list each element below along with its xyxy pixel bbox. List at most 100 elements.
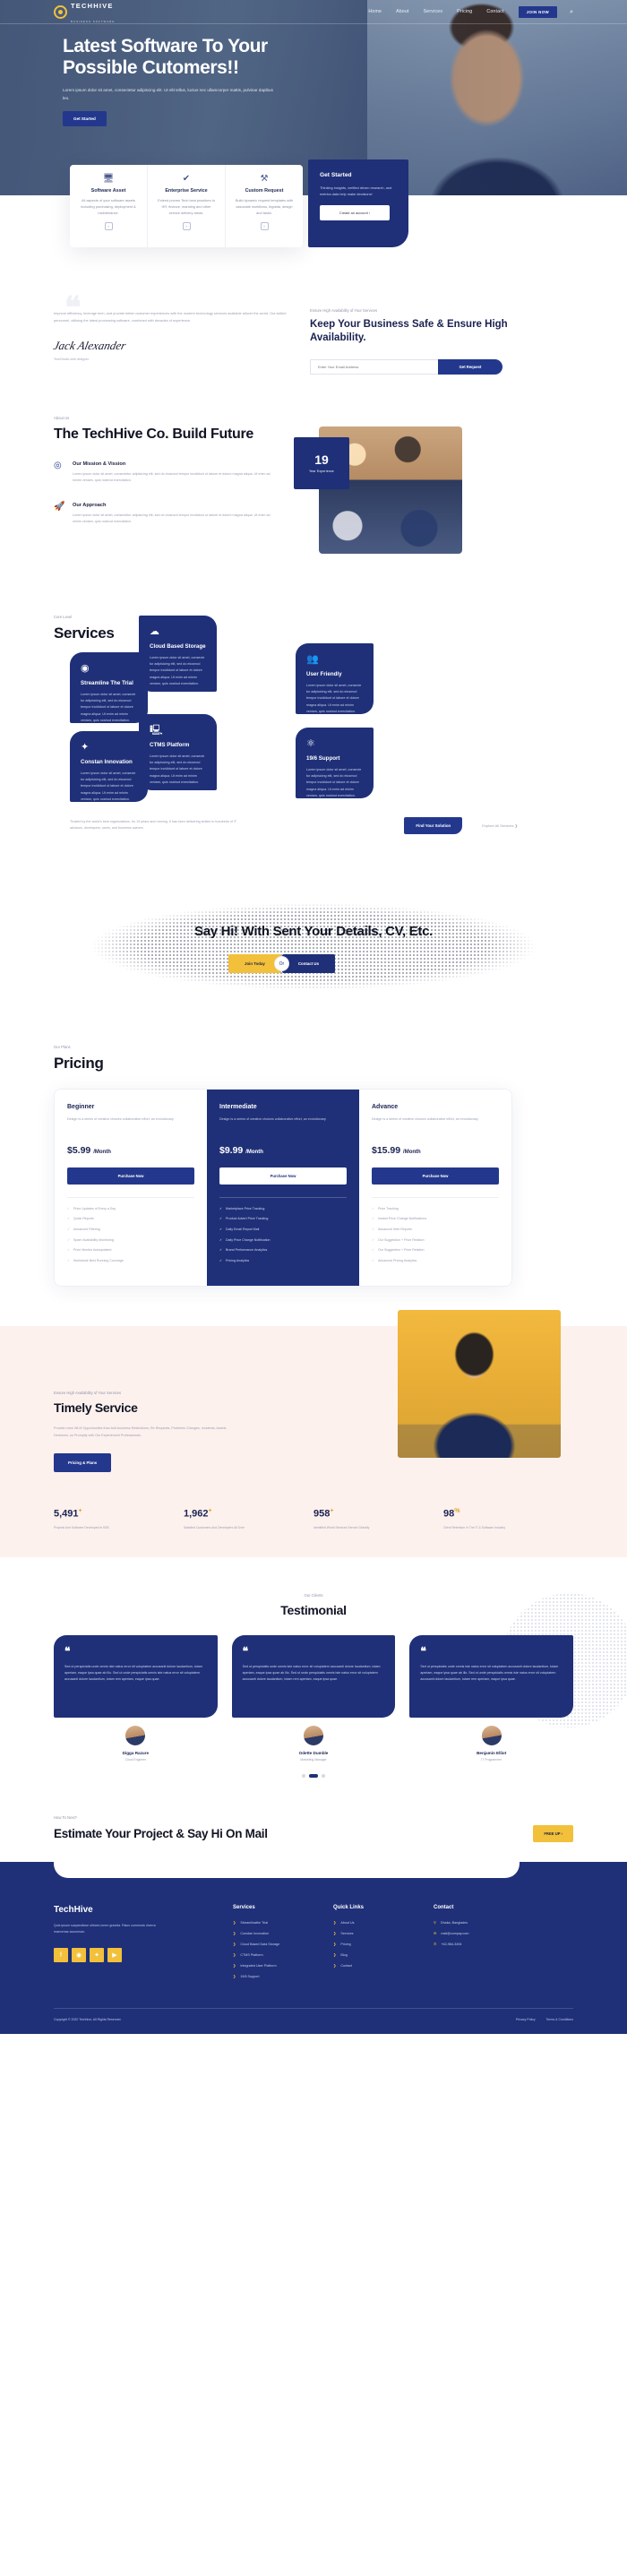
testimonial-eyebrow: Our Clients: [304, 1593, 323, 1598]
feature-card[interactable]: 🖥 Software Asset All aspects of your sof…: [70, 165, 148, 247]
ctms-monitor-icon: 🖳: [150, 724, 163, 736]
service-desc: Lorem ipsum dolor sit amet, consecte tur…: [150, 754, 205, 784]
chevron-right-icon[interactable]: ›: [182, 222, 191, 231]
nav-item-services[interactable]: Services: [424, 9, 443, 14]
pricing-plans-button[interactable]: Pricing & Plans: [54, 1453, 112, 1473]
mail-icon: ✉: [434, 1931, 437, 1936]
terms-link[interactable]: Terms & Conditions: [546, 2018, 573, 2021]
testimonial-card: ❝ Sed ut perspiciatis unde omnis iste na…: [409, 1635, 574, 1762]
signature-role: TechStudio web designer: [54, 358, 90, 362]
map-cta-copy: Say Hi! With Sent Your Details, CV, Etc.: [0, 889, 627, 941]
footer-link-item[interactable]: ❯ Streamlinathe Trial: [233, 1920, 333, 1925]
plan-period: /Month: [93, 1149, 111, 1155]
plan-feature: Price Monitor Autoupdated: [67, 1249, 194, 1253]
service-card-innovation[interactable]: ✦ Constan Innovation Lorem ipsum dolor s…: [70, 730, 148, 802]
about-media: 19 Year Experience: [294, 426, 462, 559]
footer-link-item[interactable]: ❯ About Us: [333, 1920, 434, 1925]
footer-link-item[interactable]: ❯ Pricing: [333, 1942, 434, 1946]
years-number: 19: [314, 452, 329, 468]
about-item-title: Our Mission & Vission: [73, 461, 126, 467]
footer-link-item[interactable]: ❯ Constan Innovation: [233, 1931, 333, 1935]
nav-item-pricing[interactable]: Pricing: [457, 9, 472, 14]
map-cta-heading: Say Hi! With Sent Your Details, CV, Etc.: [194, 923, 433, 939]
chevron-right-icon: ❯: [233, 1920, 236, 1926]
search-icon[interactable]: ⌕: [570, 9, 573, 15]
carousel-dots[interactable]: [54, 1774, 573, 1779]
youtube-icon[interactable]: ▶: [107, 1948, 122, 1963]
testimonial-text: Sed ut perspiciatis unde omnis iste natu…: [64, 1664, 202, 1681]
years-experience-badge: 19 Year Experience: [294, 436, 349, 489]
free-up-button[interactable]: FREE UP ›: [533, 1825, 573, 1843]
find-solution-button[interactable]: Find Your Solution: [404, 816, 463, 834]
footer-link-label: Cloud Based Data Storage: [240, 1942, 280, 1946]
carousel-dot[interactable]: [322, 1774, 325, 1779]
footer-link-item[interactable]: ❯ Integrated User Platform: [233, 1963, 333, 1968]
feature-title: Custom Request: [245, 188, 284, 194]
plan-feature: Product Advert Price Tracking: [219, 1218, 347, 1221]
footer-link-label: Services: [340, 1931, 354, 1935]
instagram-icon[interactable]: ◉: [72, 1948, 86, 1963]
contact-email[interactable]: ✉ mail@compay.com: [434, 1931, 534, 1935]
purchase-button[interactable]: Purchase Now: [219, 1167, 347, 1185]
footer-link-label: CTMS Platform: [240, 1952, 263, 1957]
join-now-button[interactable]: JOIN NOW: [518, 5, 558, 18]
service-title: User Friendly: [306, 670, 342, 677]
pricing-card-advance: Advance Design is a series of creative c…: [359, 1089, 511, 1287]
map-cta-section: Say Hi! With Sent Your Details, CV, Etc.…: [0, 888, 627, 1014]
privacy-policy-link[interactable]: Privacy Policy: [516, 2018, 536, 2021]
footer-link-item[interactable]: ❯ Contact: [333, 1963, 434, 1968]
facebook-icon[interactable]: f: [54, 1948, 68, 1963]
chevron-right-icon: ❯: [233, 1974, 236, 1979]
footer-link-item[interactable]: ❯ CTMS Platform: [233, 1952, 333, 1957]
page-root: TECHHIVE BUSINESS SOFTWARE Home About Se…: [0, 0, 627, 2035]
site-logo[interactable]: TECHHIVE BUSINESS SOFTWARE: [54, 0, 115, 26]
feature-card[interactable]: ✔ Enterprise Service Extend proven Tech …: [148, 165, 226, 247]
footer-link-item[interactable]: ❯ Cloud Based Data Storage: [233, 1942, 333, 1946]
twitter-icon[interactable]: ✦: [90, 1948, 104, 1963]
chevron-right-icon[interactable]: ›: [104, 222, 113, 231]
service-card-cloud[interactable]: ☁ Cloud Based Storage Lorem ipsum dolor …: [139, 615, 217, 692]
contact-us-button[interactable]: Contact Us: [281, 954, 336, 974]
purchase-button[interactable]: Purchase Now: [372, 1167, 499, 1185]
footer-link-label: Blog: [340, 1952, 348, 1957]
carousel-dot[interactable]: [302, 1774, 305, 1779]
nav-item-home[interactable]: Home: [368, 9, 382, 14]
feature-card-row: 🖥 Software Asset All aspects of your sof…: [70, 165, 303, 247]
stat-label: Identified World Services Served Globall…: [314, 1525, 370, 1529]
availability-section: ❝ Improve efficiency, leverage tech, and…: [0, 276, 627, 375]
footer-link-item[interactable]: ❯ Blog: [333, 1952, 434, 1957]
nav-item-about[interactable]: About: [396, 9, 409, 14]
service-title: Constan Innovation: [81, 758, 133, 765]
footer-link-item[interactable]: ❯ 19/6 Support: [233, 1974, 333, 1978]
service-card-ctms[interactable]: 🖳 CTMS Platform Lorem ipsum dolor sit am…: [139, 713, 217, 790]
pricing-cards: Beginner Design is a series of creative …: [54, 1088, 512, 1288]
carousel-dot-active[interactable]: [309, 1774, 318, 1779]
stat-item: 1,962+ Satisfied Customers And Developer…: [184, 1508, 314, 1530]
footer-col-quick-links: Quick Links ❯ About Us ❯ Services ❯ Pricing…: [333, 1905, 434, 1985]
stat-label: Client Retention In The IT & Software In…: [443, 1525, 506, 1529]
contact-phone[interactable]: ✆ +62-984-3494: [434, 1942, 534, 1946]
chevron-right-icon[interactable]: ›: [260, 222, 269, 231]
plan-feature: Worldwide Best Running Coverage: [67, 1259, 194, 1263]
hero-get-started-button[interactable]: Get Started: [63, 111, 107, 127]
stats-row: 5,491+ Projects And Software Developed I…: [54, 1508, 573, 1530]
footer-link-item[interactable]: ❯ Services: [333, 1931, 434, 1935]
hero-title: Latest Software To Your Possible Cutomer…: [63, 36, 268, 78]
purchase-button[interactable]: Purchase Now: [67, 1167, 194, 1185]
service-card-user-friendly[interactable]: 👥 User Friendly Lorem ipsum dolor sit am…: [296, 642, 374, 714]
service-card-streamline[interactable]: ◉ Streamline The Trial Lorem ipsum dolor…: [70, 651, 148, 723]
email-input[interactable]: [310, 358, 438, 375]
service-title: Streamline The Trial: [81, 679, 133, 686]
nav-item-contact[interactable]: Contact: [486, 9, 503, 14]
availability-copy: Ensure High Availability of Your Service…: [310, 305, 534, 375]
service-card-support[interactable]: ⚛ 19/6 Support Lorem ipsum dolor sit ame…: [296, 727, 374, 798]
explore-services-link[interactable]: Explore All Services ❯: [482, 823, 518, 828]
logo-icon: [54, 4, 67, 19]
plan-feature: Advanced Filtering: [67, 1228, 194, 1232]
feature-card[interactable]: ⚒ Custom Request Build dynamic request t…: [226, 165, 303, 247]
plan-feature: Instant Price Change Notifications: [372, 1218, 499, 1221]
create-account-button[interactable]: Create an account ›: [320, 205, 390, 221]
get-request-button[interactable]: Get Request: [438, 358, 502, 375]
plan-price: $5.99: [67, 1144, 91, 1156]
stat-number: 98: [443, 1508, 455, 1520]
